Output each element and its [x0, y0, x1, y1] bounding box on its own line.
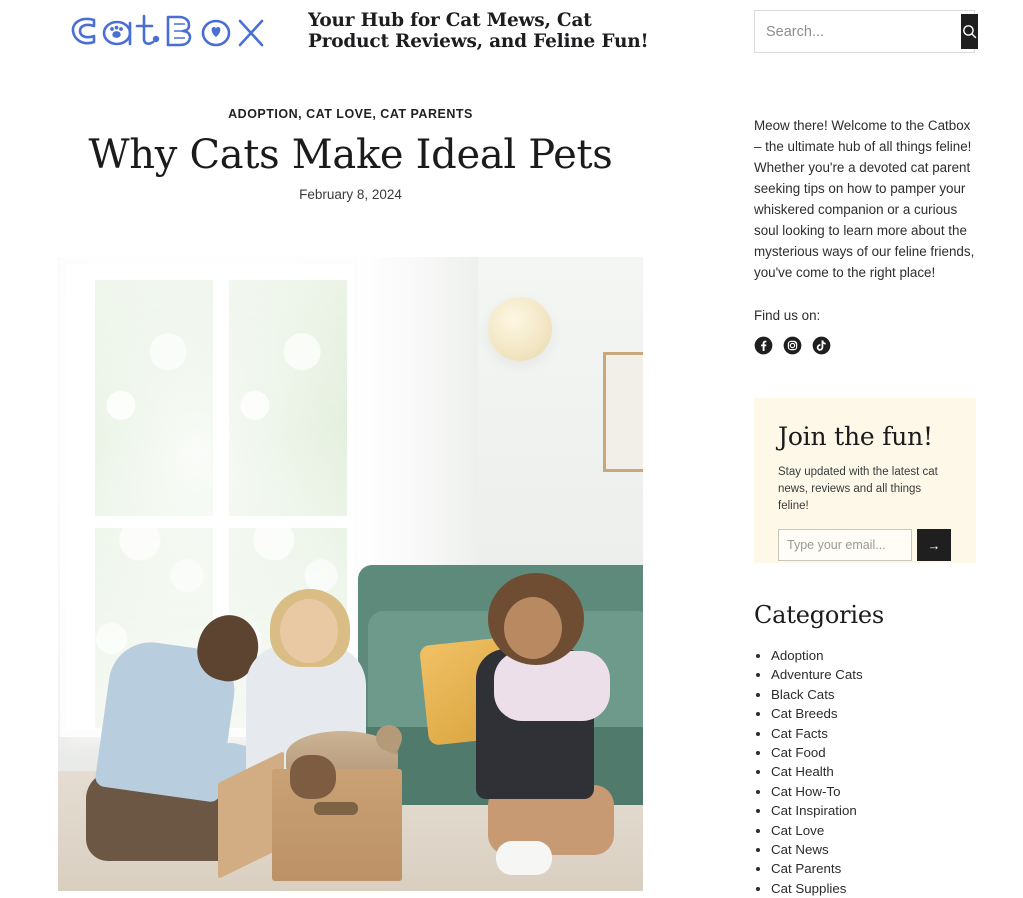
newsletter-title: Join the fun!: [778, 422, 933, 451]
man-hand: [290, 755, 336, 799]
list-item: Cat Breeds: [771, 704, 976, 723]
site-logo[interactable]: [64, 6, 279, 56]
instagram-icon: [783, 336, 802, 355]
list-item: Cat How-To: [771, 782, 976, 801]
post-date: February 8, 2024: [299, 187, 402, 202]
logo-catbox-icon: [71, 14, 264, 47]
girl-head: [504, 597, 562, 659]
category-link[interactable]: Cat Parents: [771, 861, 841, 876]
list-item: Cat Parents: [771, 859, 976, 878]
newsletter-signup: Join the fun! Stay updated with the late…: [754, 398, 976, 563]
categories-heading: Categories: [754, 601, 885, 629]
category-link[interactable]: Cat Supplies: [771, 881, 846, 896]
sidebar-intro-text: Meow there! Welcome to the Catbox – the …: [754, 118, 975, 280]
list-item: Black Cats: [771, 685, 976, 704]
facebook-link[interactable]: [754, 336, 773, 360]
newsletter-subtitle: Stay updated with the latest cat news, r…: [778, 466, 938, 512]
category-link[interactable]: Adoption: [771, 648, 824, 663]
category-link[interactable]: Cat How-To: [771, 784, 840, 799]
wall-picture-frame: [603, 352, 643, 472]
category-link[interactable]: Cat Inspiration: [771, 803, 857, 818]
instagram-link[interactable]: [783, 336, 802, 360]
list-item: Cat Food: [771, 743, 976, 762]
find-us-label: Find us on:: [754, 308, 821, 323]
tiktok-icon: [812, 336, 831, 355]
facebook-icon: [754, 336, 773, 355]
newsletter-form: →: [778, 529, 954, 561]
cardboard-box-handle: [314, 802, 358, 815]
list-item: Adventure Cats: [771, 665, 976, 684]
newsletter-submit-button[interactable]: →: [917, 529, 951, 561]
category-link[interactable]: Cat Breeds: [771, 706, 838, 721]
categories-list: Adoption Adventure Cats Black Cats Cat Bree…: [754, 646, 976, 898]
window-mullion-horizontal: [95, 516, 347, 528]
social-links: [754, 336, 976, 360]
category-link[interactable]: Cat News: [771, 842, 829, 857]
category-link[interactable]: Cat Love: [771, 823, 824, 838]
sidebar: Meow there! Welcome to the Catbox – the …: [754, 115, 976, 360]
newsletter-email-input[interactable]: [778, 529, 912, 561]
post-title: Why Cats Make Ideal Pets: [88, 132, 613, 178]
category-link[interactable]: Black Cats: [771, 687, 835, 702]
featured-image-scene: [58, 257, 643, 891]
list-item: Adoption: [771, 646, 976, 665]
search-icon: [963, 25, 977, 39]
category-link[interactable]: Adventure Cats: [771, 667, 863, 682]
site-tagline: Your Hub for Cat Mews, Cat Product Revie…: [308, 10, 649, 52]
list-item: Cat Inspiration: [771, 801, 976, 820]
post-header: ADOPTION, CAT LOVE, CAT PARENTS Why Cats…: [58, 105, 643, 205]
list-item: Cat News: [771, 840, 976, 859]
tiktok-link[interactable]: [812, 336, 831, 360]
wall-lamp: [488, 297, 552, 361]
list-item: Cat Supplies: [771, 879, 976, 898]
girl-sock: [496, 841, 552, 875]
category-link[interactable]: Cat Health: [771, 764, 834, 779]
post-featured-image: [58, 257, 643, 891]
list-item: Cat Facts: [771, 724, 976, 743]
search-input[interactable]: [758, 14, 961, 49]
categories-widget: Categories Adoption Adventure Cats Black C…: [754, 600, 976, 898]
list-item: Cat Health: [771, 762, 976, 781]
list-item: Cat Love: [771, 821, 976, 840]
woman-head: [280, 599, 338, 663]
category-link[interactable]: Cat Food: [771, 745, 826, 760]
category-link[interactable]: Cat Facts: [771, 726, 828, 741]
search-form: [754, 10, 978, 53]
post-category-links[interactable]: ADOPTION, CAT LOVE, CAT PARENTS: [58, 105, 643, 123]
search-button[interactable]: [961, 14, 978, 49]
